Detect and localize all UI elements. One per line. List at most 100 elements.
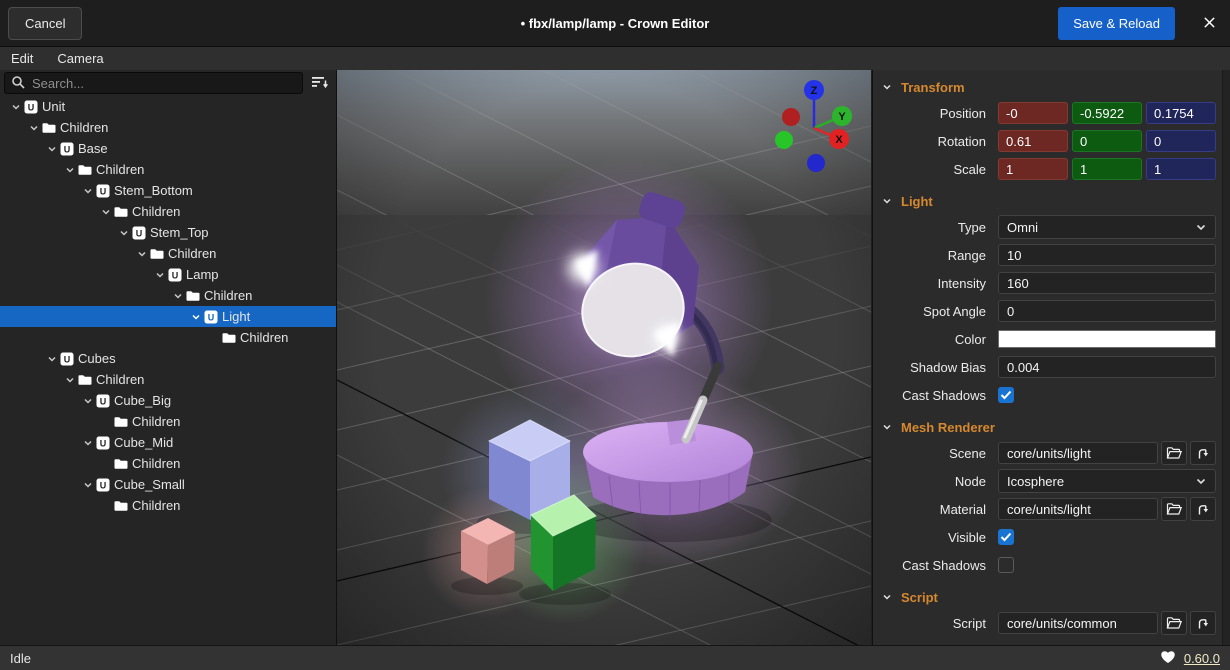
property-row-script: Scriptcore/units/common (873, 609, 1230, 637)
color-swatch[interactable] (998, 330, 1216, 348)
field-rotation-x[interactable]: 0.61 (998, 130, 1068, 152)
section-header-mesh-renderer[interactable]: Mesh Renderer (873, 415, 1230, 439)
chevron-down-icon[interactable] (152, 264, 168, 285)
tree-item-label: Stem_Bottom (114, 183, 193, 198)
property-row-range: Range10 (873, 241, 1230, 269)
chevron-down-icon[interactable] (80, 390, 96, 411)
field-rotation-z[interactable]: 0 (1146, 130, 1216, 152)
tree-item-cube-mid[interactable]: UCube_Mid (0, 432, 336, 453)
chevron-down-icon[interactable] (188, 306, 204, 327)
chevron-down-icon[interactable] (80, 432, 96, 453)
tree-item-children[interactable]: Children (0, 117, 336, 138)
tree-item-children[interactable]: Children (0, 243, 336, 264)
chevron-down-icon[interactable] (26, 117, 42, 138)
material-input[interactable]: core/units/light (998, 498, 1158, 520)
field-scale-y[interactable]: 1 (1072, 158, 1142, 180)
scene-browse-button[interactable] (1161, 441, 1187, 465)
folder-icon (186, 285, 204, 306)
chevron-down-icon[interactable] (882, 82, 892, 92)
search-input[interactable]: Search... (4, 72, 303, 94)
unit-icon: U (168, 264, 186, 285)
script-import-button[interactable] (1190, 611, 1216, 635)
scene-input[interactable]: core/units/light (998, 442, 1158, 464)
type-select[interactable]: Omni (998, 215, 1216, 239)
range-input[interactable]: 10 (998, 244, 1216, 266)
field-rotation-y[interactable]: 0 (1072, 130, 1142, 152)
heart-icon[interactable] (1160, 650, 1176, 667)
tree-item-children[interactable]: Children (0, 285, 336, 306)
tree-item-cube-small[interactable]: UCube_Small (0, 474, 336, 495)
axis-y-label: Y (838, 111, 846, 123)
chevron-down-icon[interactable] (882, 422, 892, 432)
save-reload-button[interactable]: Save & Reload (1058, 7, 1175, 40)
visible-checkbox[interactable] (998, 529, 1014, 545)
chevron-down-icon[interactable] (170, 285, 186, 306)
unit-icon: U (96, 180, 114, 201)
script-browse-button[interactable] (1161, 611, 1187, 635)
chevron-down-icon[interactable] (62, 159, 78, 180)
close-button[interactable] (1201, 16, 1217, 32)
chevron-down-icon[interactable] (44, 348, 60, 369)
tree-item-stem-bottom[interactable]: UStem_Bottom (0, 180, 336, 201)
chevron-down-icon[interactable] (8, 96, 24, 117)
cancel-button[interactable]: Cancel (8, 7, 82, 40)
field-position-x[interactable]: -0 (998, 102, 1068, 124)
tree-item-label: Children (132, 414, 180, 429)
menu-camera[interactable]: Camera (57, 51, 103, 66)
inspector-scrollbar[interactable] (1222, 70, 1230, 645)
version-link[interactable]: 0.60.0 (1184, 651, 1220, 666)
tree-item-lamp[interactable]: ULamp (0, 264, 336, 285)
spot-angle-input[interactable]: 0 (998, 300, 1216, 322)
chevron-down-icon[interactable] (80, 180, 96, 201)
tree-item-label: Cubes (78, 351, 116, 366)
chevron-down-icon[interactable] (882, 592, 892, 602)
tree-item-children[interactable]: Children (0, 159, 336, 180)
tree-item-label: Children (132, 204, 180, 219)
field-position-y[interactable]: -0.5922 (1072, 102, 1142, 124)
field-scale-x[interactable]: 1 (998, 158, 1068, 180)
field-scale-z[interactable]: 1 (1146, 158, 1216, 180)
chevron-down-icon[interactable] (882, 196, 892, 206)
section-header-transform[interactable]: Transform (873, 75, 1230, 99)
property-row-material: Materialcore/units/light (873, 495, 1230, 523)
tree-item-cube-big[interactable]: UCube_Big (0, 390, 336, 411)
viewport-3d[interactable]: Z Y X (337, 70, 871, 645)
chevron-down-icon[interactable] (62, 369, 78, 390)
section-header-script[interactable]: Script (873, 585, 1230, 609)
section-script: ScriptScriptcore/units/common (873, 585, 1230, 637)
tree-item-children[interactable]: Children (0, 495, 336, 516)
tree-item-cubes[interactable]: UCubes (0, 348, 336, 369)
tree-item-label: Cube_Mid (114, 435, 173, 450)
cast-shadows-checkbox[interactable] (998, 387, 1014, 403)
filter-button[interactable] (306, 72, 334, 94)
node-select-value: Icosphere (1007, 474, 1064, 489)
tree-item-children[interactable]: Children (0, 453, 336, 474)
shadow-bias-input[interactable]: 0.004 (998, 356, 1216, 378)
chevron-down-icon[interactable] (98, 201, 114, 222)
chevron-down-icon[interactable] (80, 474, 96, 495)
folder-icon (114, 201, 132, 222)
chevron-down-icon[interactable] (134, 243, 150, 264)
menu-edit[interactable]: Edit (11, 51, 33, 66)
scene-import-button[interactable] (1190, 441, 1216, 465)
property-row-spot-angle: Spot Angle0 (873, 297, 1230, 325)
node-select[interactable]: Icosphere (998, 469, 1216, 493)
script-input[interactable]: core/units/common (998, 612, 1158, 634)
cast-shadows-checkbox[interactable] (998, 557, 1014, 573)
field-position-z[interactable]: 0.1754 (1146, 102, 1216, 124)
tree-item-base[interactable]: UBase (0, 138, 336, 159)
section-header-light[interactable]: Light (873, 189, 1230, 213)
svg-text:U: U (28, 102, 35, 112)
tree-item-children[interactable]: Children (0, 201, 336, 222)
chevron-down-icon[interactable] (116, 222, 132, 243)
tree-item-children[interactable]: Children (0, 369, 336, 390)
tree-item-children[interactable]: Children (0, 327, 336, 348)
tree-item-unit[interactable]: UUnit (0, 96, 336, 117)
intensity-input[interactable]: 160 (998, 272, 1216, 294)
tree-item-light[interactable]: ULight (0, 306, 336, 327)
chevron-down-icon[interactable] (44, 138, 60, 159)
tree-item-stem-top[interactable]: UStem_Top (0, 222, 336, 243)
material-browse-button[interactable] (1161, 497, 1187, 521)
material-import-button[interactable] (1190, 497, 1216, 521)
tree-item-children[interactable]: Children (0, 411, 336, 432)
